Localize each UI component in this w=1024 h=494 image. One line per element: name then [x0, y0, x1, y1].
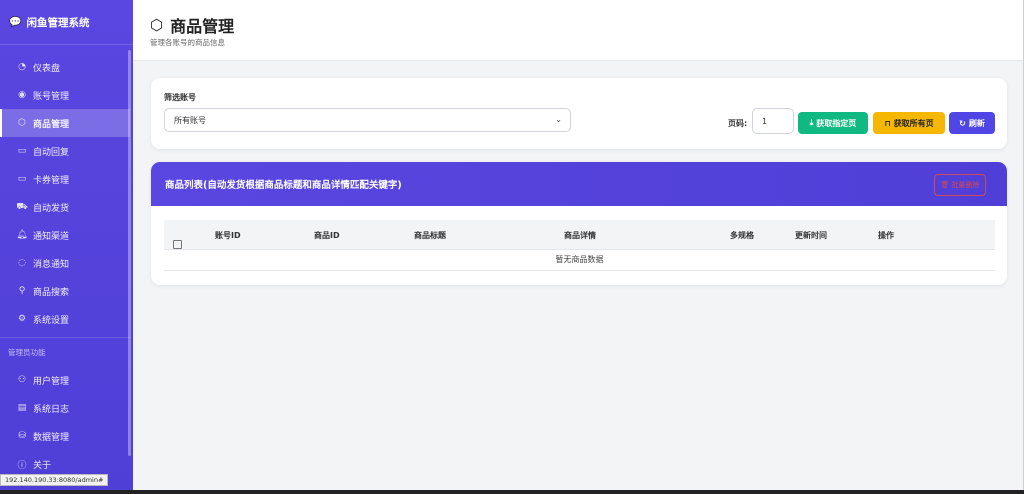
- fetch-all-button[interactable]: ⊓ 获取所有页: [873, 112, 945, 134]
- sidebar: 💬 闲鱼管理系统 ◔ 仪表盘 ◉ 账号管理 ⬡ 商品管理 ▭ 自动回复 ▭ 卡券管理 ⛟ 自…: [0, 0, 133, 490]
- page-label: 页码:: [728, 119, 748, 128]
- fetch-page-label: 获取指定页: [816, 118, 857, 128]
- gear-icon: ⚙: [17, 314, 27, 324]
- sidebar-item-label: 消息通知: [33, 259, 70, 270]
- sidebar-item-label: 自动发货: [33, 203, 70, 214]
- sidebar-item-label: 仪表盘: [33, 63, 61, 74]
- sidebar-item-label: 卡券管理: [33, 175, 70, 186]
- col-updated-time: 更新时间: [795, 231, 827, 240]
- cart-icon: ⊓: [884, 118, 891, 128]
- search-icon: ⚲: [18, 286, 26, 296]
- window-bottom-border: [0, 490, 1024, 494]
- page-title-text: 商品管理: [170, 17, 235, 36]
- dashboard-icon: ◔: [18, 62, 26, 72]
- truck-icon: ⛟: [16, 201, 28, 212]
- brand-title: 闲鱼管理系统: [26, 16, 90, 29]
- col-account-id: 账号ID: [215, 231, 241, 240]
- page-header: ⬡ 商品管理 管理各账号的商品信息: [133, 0, 1024, 61]
- empty-state: 暂无商品数据: [164, 250, 995, 271]
- col-product-title: 商品标题: [414, 231, 446, 240]
- col-product-id: 商品ID: [314, 231, 340, 240]
- log-icon: ▤: [17, 403, 27, 413]
- trash-icon: 🗑︎: [940, 181, 950, 189]
- sidebar-nav: ◔ 仪表盘 ◉ 账号管理 ⬡ 商品管理 ▭ 自动回复 ▭ 卡券管理 ⛟ 自动发货 🔔︎ 通知渠…: [0, 53, 130, 478]
- fetch-all-label: 获取所有页: [893, 118, 934, 128]
- batch-delete-label: 批量删除: [951, 181, 980, 189]
- sidebar-item-label: 系统设置: [33, 315, 70, 326]
- sidebar-item-label: 数据管理: [33, 432, 70, 443]
- message-icon: ▭: [17, 146, 27, 156]
- products-header: 商品列表(自动发货根据商品标题和商品详情匹配关键字) 🗑︎ 批量删除: [151, 162, 1007, 206]
- database-icon: ⛁: [18, 431, 26, 441]
- bell-icon: 🔔︎: [16, 230, 28, 240]
- download-icon: ⤓: [809, 118, 814, 127]
- sidebar-item-dashboard[interactable]: ◔ 仪表盘: [0, 53, 130, 81]
- box-icon: ⬡: [18, 118, 26, 128]
- filter-card: 筛选账号 所有账号 ⌄ 页码: 1 ⤓ 获取指定页 ⊓ 获取所有页 ↻ 刷新: [151, 78, 1007, 149]
- account-select[interactable]: 所有账号 ⌄: [164, 108, 571, 132]
- table-header: 账号ID 商品ID 商品标题 商品详情 多规格 更新时间 操作: [164, 220, 995, 250]
- sidebar-item-label: 用户管理: [33, 376, 70, 387]
- account-select-value: 所有账号: [174, 115, 206, 125]
- users-icon: ⚇: [17, 375, 27, 385]
- status-url: 192.140.190.33:8080/admin#: [0, 474, 109, 486]
- chevron-down-icon: ⌄: [555, 115, 562, 124]
- fetch-page-button[interactable]: ⤓ 获取指定页: [798, 112, 868, 134]
- col-product-detail: 商品详情: [564, 231, 596, 240]
- sidebar-item-accounts[interactable]: ◉ 账号管理: [0, 81, 130, 109]
- col-actions: 操作: [878, 231, 894, 240]
- sidebar-item-users[interactable]: ⚇ 用户管理: [0, 366, 130, 394]
- sidebar-item-label: 商品管理: [33, 119, 70, 130]
- products-title: 商品列表(自动发货根据商品标题和商品详情匹配关键字): [165, 180, 402, 191]
- sidebar-item-message-notify[interactable]: ◌ 消息通知: [0, 249, 130, 277]
- box-icon: ⬡: [150, 16, 164, 34]
- sidebar-item-settings[interactable]: ⚙ 系统设置: [0, 305, 130, 333]
- filter-label: 筛选账号: [164, 93, 196, 102]
- chat-icon: 💬: [9, 16, 22, 28]
- sidebar-item-data[interactable]: ⛁ 数据管理: [0, 422, 130, 450]
- sidebar-item-auto-delivery[interactable]: ⛟ 自动发货: [0, 193, 130, 221]
- admin-section-label: 管理员功能: [0, 337, 130, 366]
- brand[interactable]: 💬 闲鱼管理系统: [0, 0, 133, 45]
- page-title: ⬡ 商品管理: [150, 13, 234, 37]
- sidebar-item-label: 关于: [33, 460, 52, 471]
- refresh-button[interactable]: ↻ 刷新: [949, 112, 995, 134]
- products-card: 商品列表(自动发货根据商品标题和商品详情匹配关键字) 🗑︎ 批量删除 账号ID …: [151, 162, 1007, 285]
- page-input[interactable]: 1: [752, 108, 794, 134]
- refresh-label: 刷新: [968, 118, 985, 128]
- sidebar-item-label: 账号管理: [33, 91, 70, 102]
- sidebar-item-logs[interactable]: ▤ 系统日志: [0, 394, 130, 422]
- sidebar-item-cards[interactable]: ▭ 卡券管理: [0, 165, 130, 193]
- sidebar-item-auto-reply[interactable]: ▭ 自动回复: [0, 137, 130, 165]
- sidebar-item-label: 通知渠道: [33, 231, 70, 242]
- sidebar-item-product-search[interactable]: ⚲ 商品搜索: [0, 277, 130, 305]
- page-subtitle: 管理各账号的商品信息: [150, 38, 225, 47]
- info-icon: ⓘ: [17, 460, 27, 471]
- chat-bubble-icon: ◌: [18, 258, 26, 268]
- sidebar-item-label: 自动回复: [33, 147, 70, 158]
- refresh-icon: ↻: [959, 118, 966, 128]
- batch-delete-button[interactable]: 🗑︎ 批量删除: [934, 174, 986, 196]
- user-circle-icon: ◉: [18, 90, 26, 100]
- sidebar-item-products[interactable]: ⬡ 商品管理: [0, 109, 130, 137]
- sidebar-item-notify-channels[interactable]: 🔔︎ 通知渠道: [0, 221, 130, 249]
- col-multi-spec: 多规格: [730, 231, 754, 240]
- sidebar-item-label: 系统日志: [33, 404, 70, 415]
- card-icon: ▭: [17, 174, 27, 184]
- sidebar-item-label: 商品搜索: [33, 287, 70, 298]
